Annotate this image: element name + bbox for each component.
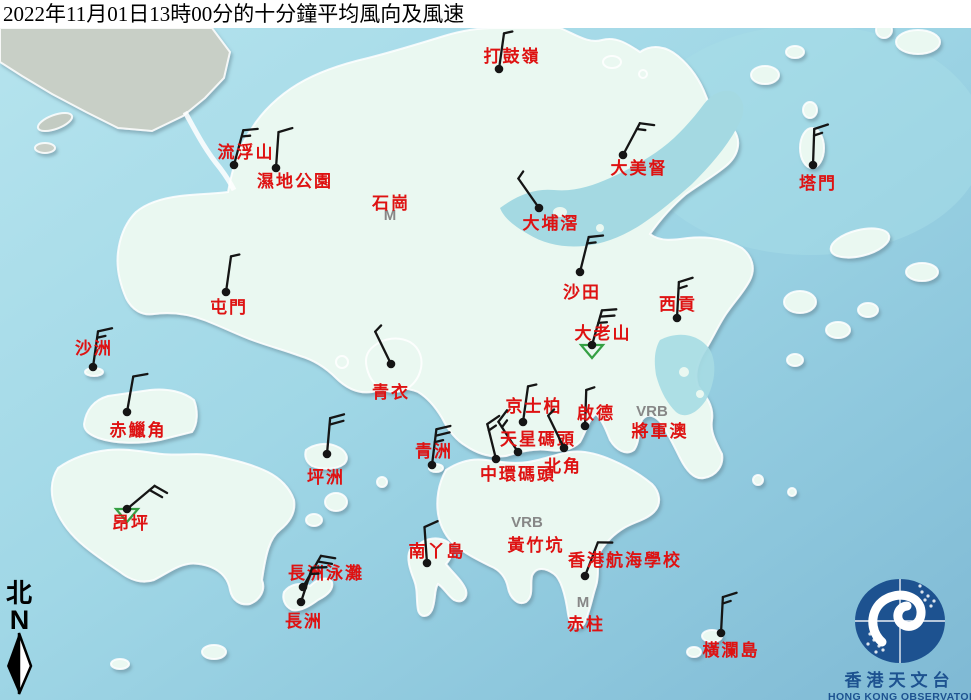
station-dot [809,161,818,170]
north-arrow-icon [2,632,36,696]
station-kings-park: 京士柏 [506,383,563,426]
station-label: 大老山 [575,323,632,343]
station-label: 坪洲 [307,468,345,487]
station-sha-chau: 沙洲 [75,326,113,371]
station-layer: 流浮山濕地公園打鼓嶺大美督塔門大埔滘M石崗沙田西貢大老山屯門沙洲赤鱲角青衣京士柏… [0,0,971,700]
hko-logo-block: 香港天文台 HONG KONG OBSERVATORY [828,578,971,700]
station-label: 大美督 [611,158,668,178]
station-tai-po-kau: 大埔滘 [517,171,580,233]
station-label: 濕地公園 [257,171,333,191]
station-dot [519,418,528,427]
north-letter-label: N [2,608,36,632]
title-bar: 2022年11月01日13時00分的十分鐘平均風向及風速 [0,0,971,28]
station-note: VRB [511,514,543,531]
station-dot [560,444,569,453]
station-label: 赤鱲角 [110,420,167,440]
station-label: 長洲 [285,612,323,631]
station-label: 青衣 [372,382,410,402]
hko-name-english: HONG KONG OBSERVATORY [828,691,971,700]
station-dot [428,461,437,470]
station-sha-tin: 沙田 [563,232,603,302]
station-waglan-island: 橫瀾島 [703,592,760,660]
station-note: M [577,594,590,611]
station-stanley: M 赤柱 [567,594,605,634]
station-label: 長洲泳灘 [288,563,364,583]
station-note: VRB [636,403,668,420]
hko-name-chinese: 香港天文台 [828,666,971,691]
page-title: 2022年11月01日13時00分的十分鐘平均風向及風速 [0,0,971,28]
station-label: 大埔滘 [523,213,580,233]
station-label: 南丫島 [409,541,466,561]
station-label: 將軍澳 [632,421,689,441]
station-shek-kong: M石崗 [371,194,410,224]
station-dot [492,455,501,464]
station-tates-cairn: 大老山 [575,306,632,358]
station-sai-kung: 西貢 [659,277,697,322]
wind-barb [374,325,398,364]
wind-barb [327,413,344,455]
station-dot [619,151,628,160]
station-label: 昂坪 [112,514,150,533]
wind-barb [517,171,546,208]
station-dot [89,363,98,372]
station-ngong-ping: 昂坪 [112,483,167,533]
station-label: 打鼓嶺 [484,46,541,66]
station-label: 香港航海學校 [568,550,682,570]
station-hk-sea-school: 香港航海學校 [568,538,682,581]
station-ta-kwu-ling: 打鼓嶺 [484,30,541,73]
station-dot [123,408,132,417]
station-dot [297,598,306,607]
hko-logo-icon [852,578,948,664]
station-label: 西貢 [659,295,697,314]
station-label: 黃竹坑 [507,535,565,555]
wind-barb [580,232,603,275]
station-label: 京士柏 [506,396,563,416]
wind-barb [813,124,828,165]
station-label: 沙洲 [75,339,113,358]
station-green-island: 青洲 [415,424,453,469]
station-kai-tak: 啟德 [577,387,615,430]
station-tuen-mun: 屯門 [210,253,248,317]
station-label: 沙田 [563,283,601,302]
station-dot [123,505,132,514]
north-hanzi-label: 北 [2,580,36,608]
station-wong-chuk-hang: VRB 黃竹坑 [507,514,565,555]
station-dot [535,204,544,213]
north-compass: 北 N [2,580,36,700]
station-peng-chau: 坪洲 [307,413,345,487]
station-dot [272,164,281,173]
station-dot [673,314,682,323]
station-label: 赤柱 [567,614,605,634]
station-dot [581,572,590,581]
station-lau-fau-shan: 流浮山 [218,125,275,169]
station-tsing-yi: 青衣 [372,325,410,402]
station-chek-lap-kok: 赤鱲角 [110,372,167,440]
station-label: 橫瀾島 [703,640,760,660]
station-tap-mun: 塔門 [799,124,837,193]
wind-map-app: 流浮山濕地公園打鼓嶺大美督塔門大埔滘M石崗沙田西貢大老山屯門沙洲赤鱲角青衣京士柏… [0,0,971,700]
station-dot [387,360,396,369]
station-cheung-chau-beach: 長洲泳灘 [288,551,364,593]
station-label: 石崗 [371,194,410,213]
station-dot [717,629,726,638]
station-label: 青洲 [415,441,453,461]
station-dot [576,268,585,277]
wind-barb [276,127,292,169]
station-label: 北角 [544,456,582,476]
station-dot [323,450,332,459]
wind-barb [623,119,654,162]
station-tseung-kwan-o: VRB將軍澳 [632,403,689,441]
station-label: 流浮山 [218,142,275,162]
wind-barb [127,372,147,415]
station-label: 屯門 [210,297,248,317]
wind-barb [721,592,737,634]
station-dot [222,288,231,297]
station-label: 啟德 [577,403,615,423]
wind-barb [226,253,239,293]
station-lamma-island: 南丫島 [409,521,466,567]
station-tai-mei-tuk: 大美督 [611,119,668,178]
station-label: 塔門 [799,173,837,193]
